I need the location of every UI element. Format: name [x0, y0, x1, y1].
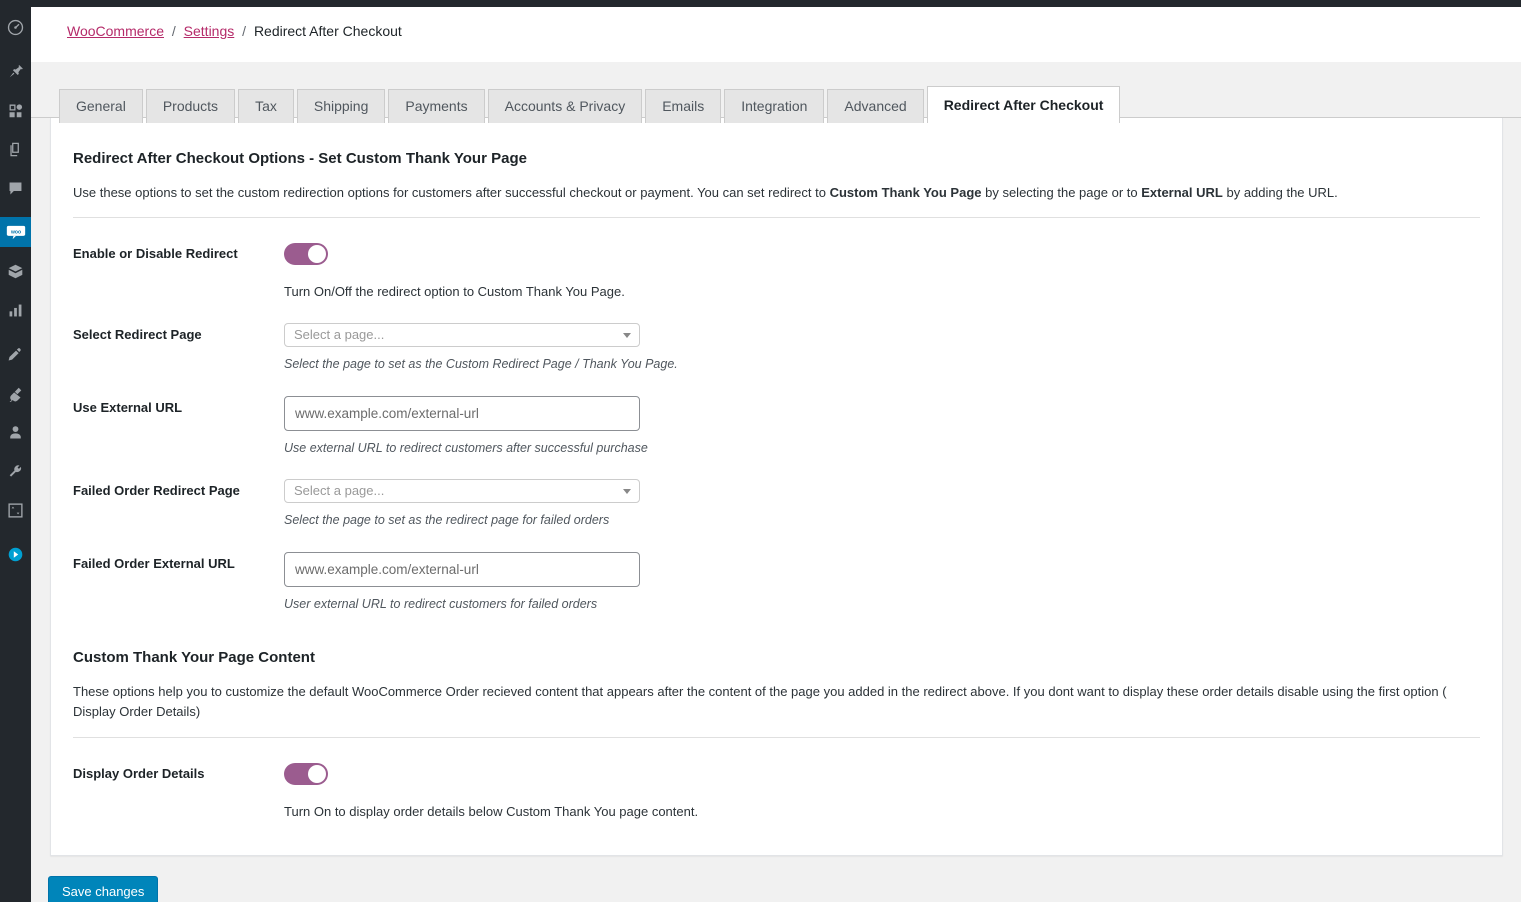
save-button-area: Save changes	[31, 856, 1521, 902]
svg-text:woo: woo	[10, 229, 21, 235]
row-select-redirect-page: Select Redirect Page Select a page... Se…	[73, 301, 1480, 374]
label-use-external-url: Use External URL	[73, 399, 183, 415]
tab-shipping[interactable]: Shipping	[296, 89, 386, 123]
row-failed-order-external-url: Failed Order External URL User external …	[73, 530, 1480, 614]
sidebar-item-dashboard[interactable]	[0, 12, 31, 42]
sidebar-item-pages[interactable]	[0, 134, 31, 164]
play-circle-icon	[7, 546, 24, 563]
settings-tabs: General Products Tax Shipping Payments Accoun…	[31, 85, 1521, 123]
sidebar-item-tools[interactable]	[0, 456, 31, 486]
desc-text-3: by adding the URL.	[1222, 185, 1338, 200]
tab-payments[interactable]: Payments	[388, 89, 485, 123]
select-redirect-page-value: Select a page...	[294, 327, 385, 343]
sidebar-item-settings[interactable]	[0, 495, 31, 525]
admin-top-bar	[0, 0, 1521, 7]
input-use-external-url[interactable]	[284, 395, 640, 431]
desc-text-2: by selecting the page or to	[981, 185, 1142, 200]
sidebar-item-media[interactable]	[0, 95, 31, 125]
plug-icon	[7, 385, 24, 402]
help-failed-order-redirect-page: Select the page to set as the redirect p…	[284, 513, 610, 528]
sidebar-item-analytics[interactable]	[0, 295, 31, 325]
help-enable-redirect: Turn On/Off the redirect option to Custo…	[284, 284, 625, 300]
row-display-order-details: Display Order Details Turn On to display…	[73, 740, 1480, 821]
paint-roller-icon	[7, 346, 24, 363]
breadcrumb-current: Redirect After Checkout	[253, 23, 402, 39]
bar-chart-icon	[7, 302, 24, 319]
chevron-down-icon	[623, 333, 631, 339]
comment-icon	[7, 180, 24, 197]
tab-integration[interactable]: Integration	[724, 89, 825, 123]
tab-tax[interactable]: Tax	[238, 89, 294, 123]
sidebar-item-users[interactable]	[0, 417, 31, 447]
save-changes-button[interactable]: Save changes	[48, 875, 159, 902]
toggle-display-order-details[interactable]	[284, 762, 328, 785]
settings-panel: Redirect After Checkout Options - Set Cu…	[50, 118, 1503, 856]
help-select-redirect-page: Select the page to set as the Custom Red…	[284, 357, 678, 372]
input-failed-order-external-url[interactable]	[284, 551, 640, 587]
tab-general[interactable]: General	[59, 89, 143, 123]
breadcrumb-separator-2: /	[242, 23, 247, 39]
pages-icon	[7, 141, 24, 158]
label-failed-order-external-url: Failed Order External URL	[73, 555, 235, 571]
label-failed-order-redirect-page: Failed Order Redirect Page	[73, 483, 240, 499]
help-failed-order-external-url: User external URL to redirect customers …	[284, 596, 598, 611]
main-content: WooCommerce / Settings / Redirect After …	[31, 7, 1521, 902]
breadcrumb-link-settings[interactable]: Settings	[184, 23, 235, 39]
sidebar-item-plugins[interactable]	[0, 378, 31, 408]
wrench-icon	[7, 463, 24, 480]
help-use-external-url: Use external URL to redirect customers a…	[284, 440, 648, 455]
tab-redirect-after-checkout[interactable]: Redirect After Checkout	[926, 86, 1121, 123]
row-enable-redirect: Enable or Disable Redirect Turn On/Off t…	[73, 220, 1480, 301]
toggle-knob-icon	[308, 245, 326, 264]
sliders-icon	[7, 502, 24, 519]
pin-icon	[7, 63, 24, 80]
tab-emails[interactable]: Emails	[645, 89, 722, 123]
sidebar-item-products[interactable]	[0, 256, 31, 286]
help-display-order-details: Turn On to display order details below C…	[284, 803, 699, 819]
select-failed-order-redirect-page-value: Select a page...	[294, 483, 385, 499]
section-two-description: These options help you to customize the …	[73, 682, 1480, 738]
tab-accounts-privacy[interactable]: Accounts & Privacy	[487, 89, 643, 123]
admin-sidebar-menu: woo	[0, 0, 39, 902]
row-failed-order-redirect-page: Failed Order Redirect Page Select a page…	[73, 457, 1480, 530]
section-two-title: Custom Thank Your Page Content	[73, 649, 315, 667]
desc-text-1: Use these options to set the custom redi…	[73, 185, 830, 200]
media-icon	[7, 102, 24, 119]
sidebar-item-woocommerce[interactable]: woo	[0, 217, 39, 247]
section-one-description: Use these options to set the custom redi…	[73, 183, 1480, 219]
breadcrumb-link-woocommerce[interactable]: WooCommerce	[67, 23, 164, 39]
tab-products[interactable]: Products	[145, 89, 236, 123]
sidebar-item-comments[interactable]	[0, 173, 31, 203]
toggle-enable-redirect[interactable]	[284, 243, 328, 266]
sidebar-item-posts[interactable]	[0, 56, 31, 86]
label-enable-redirect: Enable or Disable Redirect	[73, 246, 238, 262]
desc-bold-custom-thank-you-page: Custom Thank You Page	[829, 185, 982, 200]
toggle-knob-icon	[308, 764, 326, 783]
user-icon	[7, 424, 24, 441]
desc-bold-external-url: External URL	[1141, 185, 1223, 200]
tab-advanced[interactable]: Advanced	[827, 89, 924, 123]
label-display-order-details: Display Order Details	[73, 765, 205, 781]
breadcrumb-separator-1: /	[171, 23, 176, 39]
select-redirect-page[interactable]: Select a page...	[284, 323, 640, 348]
section-one-title: Redirect After Checkout Options - Set Cu…	[73, 150, 527, 167]
chevron-down-icon	[623, 489, 631, 495]
sidebar-item-media-player[interactable]	[0, 539, 31, 569]
select-failed-order-redirect-page[interactable]: Select a page...	[284, 479, 640, 504]
dashboard-icon	[7, 19, 24, 36]
box-icon	[7, 263, 24, 280]
sidebar-item-appearance[interactable]	[0, 339, 31, 369]
woocommerce-icon: woo	[6, 224, 26, 241]
row-use-external-url: Use External URL Use external URL to red…	[73, 374, 1480, 458]
breadcrumb: WooCommerce / Settings / Redirect After …	[31, 7, 1521, 62]
label-select-redirect-page: Select Redirect Page	[73, 327, 202, 343]
